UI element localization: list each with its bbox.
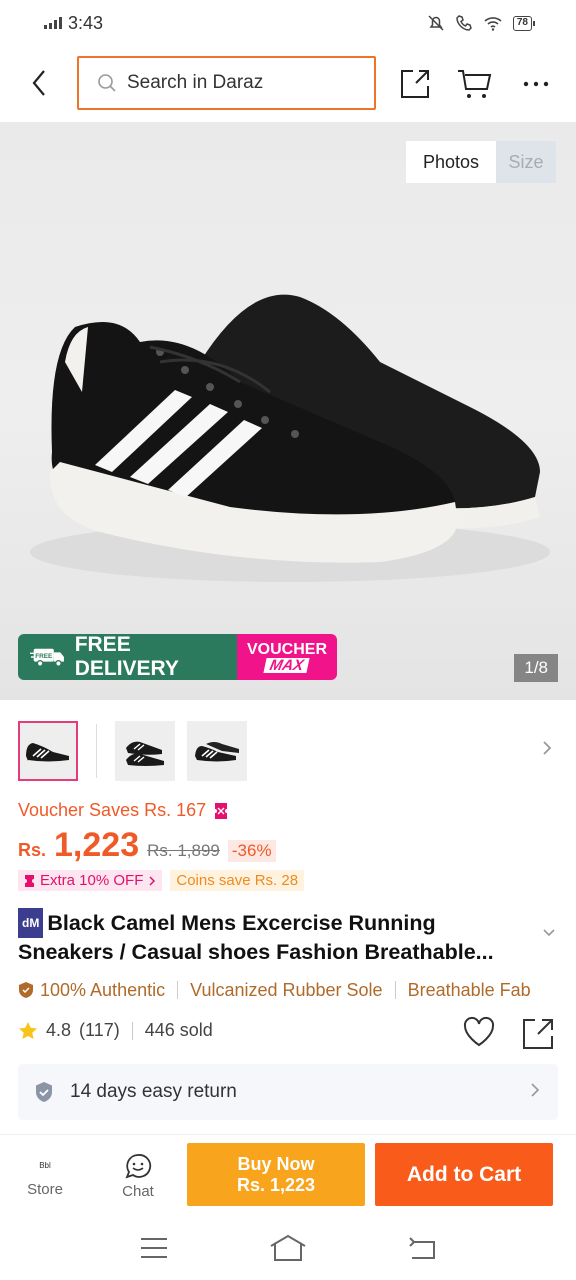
sold-count: 446 sold <box>144 1020 213 1040</box>
back-button[interactable] <box>22 66 56 100</box>
chevron-left-icon <box>32 70 45 96</box>
attribute-authentic: 100% Authentic <box>18 980 165 1001</box>
buy-now-button[interactable]: Buy Now Rs. 1,223 <box>187 1143 365 1206</box>
search-placeholder: Search in Daraz <box>127 72 264 93</box>
chevron-down-icon[interactable] <box>542 928 556 938</box>
heart-icon[interactable] <box>462 1016 496 1048</box>
attribute-divider <box>394 981 396 999</box>
rating-score: 4.8 <box>46 1020 72 1040</box>
system-nav-bar <box>0 1216 576 1280</box>
store-button[interactable]: Bbl Store <box>10 1153 80 1199</box>
shield-check-icon <box>19 982 33 998</box>
product-title-text: Black Camel Mens Excercise Running Sneak… <box>18 911 494 964</box>
product-title: dM Black Camel Mens Excercise Running Sne… <box>18 908 528 966</box>
max-text: MAX <box>263 657 311 674</box>
chat-bubble-icon <box>125 1154 152 1179</box>
attribute-text: Vulcanized Rubber Sole <box>190 979 383 1000</box>
current-price: 1,223 <box>54 826 140 864</box>
dm-badge: dM <box>18 908 44 938</box>
mute-bell-icon <box>428 15 444 31</box>
share-icon[interactable] <box>520 1016 556 1052</box>
menu-icon[interactable] <box>140 1237 168 1259</box>
buy-now-label: Buy Now <box>237 1153 315 1174</box>
promo-tags: Extra 10% OFF Coins save Rs. 28 <box>18 870 305 891</box>
voucher-max-badge: VOUCHER MAX <box>237 634 337 680</box>
status-left: 3:43 <box>44 13 103 34</box>
store-label: Store <box>27 1181 63 1198</box>
search-icon <box>98 74 116 92</box>
rating-row[interactable]: 4.8 (117) 446 sold <box>18 1020 213 1041</box>
delivery-truck-icon: FREE <box>30 648 64 667</box>
attribute-divider <box>177 981 179 999</box>
price-row: Rs. 1,223 Rs. 1,899 -36% <box>18 826 276 865</box>
chevron-right-icon <box>149 875 156 886</box>
shoe-thumbnail-image <box>126 741 164 766</box>
chat-button[interactable]: Chat <box>103 1153 173 1200</box>
more-dots-icon <box>523 81 549 87</box>
share-button[interactable] <box>397 66 433 102</box>
extra-off-text: Extra 10% OFF <box>40 872 144 889</box>
shield-check-icon <box>36 1082 52 1102</box>
store-logo: Bbl <box>39 1160 51 1170</box>
tab-photos[interactable]: Photos <box>406 141 496 183</box>
thumbnail-3[interactable] <box>187 721 247 781</box>
voucher-ticket-icon <box>25 874 34 887</box>
bottom-action-bar: Bbl Store Chat Buy Now Rs. 1,223 Add to … <box>0 1134 576 1216</box>
attribute-text: 100% Authentic <box>40 979 166 1000</box>
extra-off-tag[interactable]: Extra 10% OFF <box>18 870 163 891</box>
buy-now-price: Rs. 1,223 <box>236 1174 316 1195</box>
media-toggle: Photos Size <box>406 141 556 183</box>
add-to-cart-button[interactable]: Add to Cart <box>375 1143 553 1206</box>
promo-banner: FREE FREE DELIVERY VOUCHER MAX <box>18 634 337 680</box>
coins-save-tag: Coins save Rs. 28 <box>170 870 305 891</box>
chevron-right-icon[interactable] <box>542 740 552 756</box>
free-badge-text: FREE <box>35 653 53 660</box>
home-icon[interactable] <box>269 1234 307 1262</box>
signal-icon <box>44 17 62 29</box>
status-right: 78 <box>427 14 536 32</box>
chat-label: Chat <box>122 1183 154 1200</box>
product-gallery[interactable]: Photos Size FREE FREE DELIVERY VOUCHER M… <box>0 122 576 700</box>
rating-count: (117) <box>79 1020 120 1040</box>
thumbnail-divider <box>96 724 97 778</box>
shoe-thumbnail-image <box>195 742 239 762</box>
thumbnail-1[interactable] <box>18 721 78 781</box>
chevron-right-icon <box>531 1083 540 1097</box>
status-bar: 3:43 78 <box>0 0 576 46</box>
voucher-saves-text: Voucher Saves Rs. 167 <box>18 800 207 820</box>
image-counter: 1/8 <box>514 654 558 682</box>
attribute-text: Breathable Fab <box>407 979 531 1000</box>
free-delivery-text: FREE DELIVERY <box>74 634 179 680</box>
free-delivery-badge: FREE FREE DELIVERY <box>18 634 237 680</box>
voucher-saves[interactable]: Voucher Saves Rs. 167 <box>18 800 228 821</box>
original-price: Rs. 1,899 <box>147 841 220 860</box>
voucher-ticket-icon <box>215 802 228 819</box>
battery-icon: 78 <box>512 15 536 31</box>
thumbnail-strip <box>18 720 558 782</box>
rating-divider <box>131 1021 133 1040</box>
discount-badge: -36% <box>227 840 276 862</box>
shoe-thumbnail-image <box>26 743 69 765</box>
tab-size[interactable]: Size <box>496 141 556 183</box>
call-icon <box>456 15 472 31</box>
attribute-tags: 100% Authentic Vulcanized Rubber Sole Br… <box>18 977 576 1003</box>
more-button[interactable] <box>518 66 554 102</box>
cart-icon <box>458 70 492 98</box>
product-image <box>30 294 550 582</box>
cart-button[interactable] <box>457 66 493 102</box>
share-icon <box>401 70 429 98</box>
status-time: 3:43 <box>68 12 104 33</box>
thumbnail-2[interactable] <box>115 721 175 781</box>
search-input[interactable]: Search in Daraz <box>77 56 376 110</box>
wifi-icon <box>484 17 502 31</box>
back-nav-icon[interactable] <box>408 1236 436 1260</box>
top-nav: Search in Daraz <box>0 46 576 122</box>
voucher-text: VOUCHER <box>246 641 327 658</box>
star-icon <box>19 1021 37 1039</box>
return-policy-row[interactable]: 14 days easy return <box>18 1064 558 1120</box>
price-currency: Rs. <box>18 840 47 860</box>
return-policy-text: 14 days easy return <box>70 1081 237 1102</box>
